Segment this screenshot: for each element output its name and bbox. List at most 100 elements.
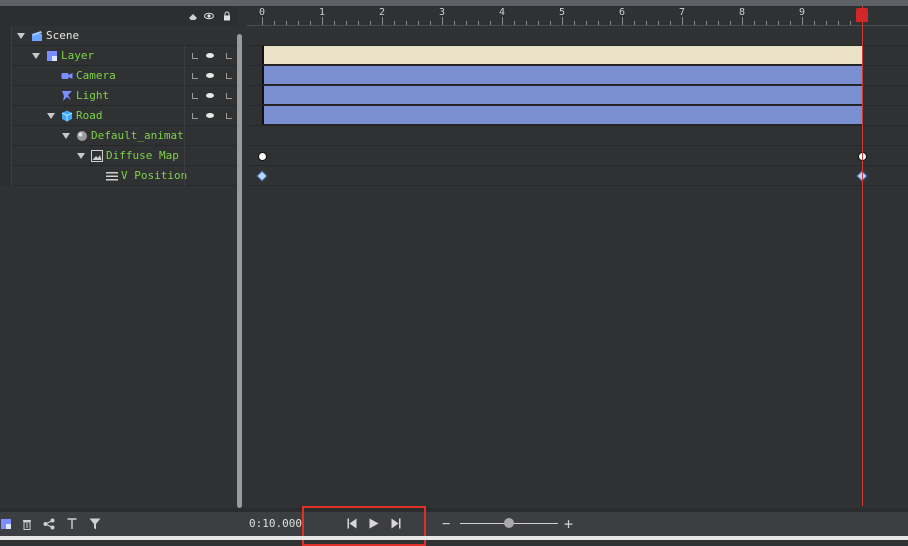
row-gutter — [0, 86, 12, 106]
tree-row-diffuse-map[interactable]: Diffuse Map — [0, 146, 238, 166]
camera-icon — [61, 73, 73, 79]
ruler-tick — [622, 17, 623, 25]
eye-toggle-all-icon[interactable] — [204, 11, 214, 21]
collapse-triangle-icon[interactable] — [47, 113, 55, 119]
ruler-tick — [682, 17, 683, 25]
track-row-scene[interactable] — [247, 26, 908, 46]
tree-row-road[interactable]: Road — [0, 106, 238, 126]
column-separator — [184, 146, 185, 166]
end-toggle[interactable] — [223, 46, 237, 66]
layer-tree-panel: Scene Layer Camera Light Road Default_an… — [0, 6, 242, 508]
time-ruler[interactable]: 0123456789 — [247, 6, 908, 26]
padlock-all-icon[interactable] — [222, 11, 232, 21]
tree-row-layer[interactable]: Layer — [0, 46, 238, 66]
cube-icon — [61, 110, 73, 122]
tree-header — [0, 6, 238, 26]
lock-toggle[interactable] — [189, 106, 203, 126]
visibility-toggle[interactable] — [204, 86, 218, 106]
text-icon[interactable] — [67, 518, 77, 530]
tree-label: Default_animata — [91, 129, 183, 142]
layer-icon — [47, 51, 57, 61]
light-icon — [62, 91, 72, 101]
delete-icon[interactable] — [22, 518, 32, 530]
ruler-tick — [550, 21, 551, 25]
clip-bar[interactable] — [262, 46, 862, 65]
ruler-tick — [490, 21, 491, 25]
zoom-in-button[interactable]: + — [564, 512, 573, 536]
ruler-tick — [262, 17, 263, 25]
clip-bar[interactable] — [262, 86, 862, 105]
status-strip — [0, 536, 908, 540]
ruler-tick — [802, 17, 803, 25]
track-row-material[interactable] — [247, 126, 908, 146]
eye-icon — [206, 113, 214, 118]
collapse-triangle-icon[interactable] — [62, 133, 70, 139]
collapse-triangle-icon[interactable] — [17, 33, 25, 39]
visibility-toggle[interactable] — [204, 46, 218, 66]
ruler-tick — [586, 21, 587, 25]
ruler-tick — [814, 21, 815, 25]
lock-toggle-all-icon[interactable] — [188, 11, 198, 21]
ruler-tick — [538, 21, 539, 25]
ruler-tick — [370, 21, 371, 25]
share-icon[interactable] — [43, 518, 55, 530]
tree-row-scene[interactable]: Scene — [0, 26, 238, 46]
column-separator — [184, 86, 185, 106]
filter-icon[interactable] — [89, 518, 101, 530]
add-layer-icon[interactable] — [0, 518, 12, 530]
ruler-tick — [358, 21, 359, 25]
tree-row-v-position[interactable]: V Position — [0, 166, 238, 186]
ruler-tick — [346, 21, 347, 25]
lock-toggle[interactable] — [189, 46, 203, 66]
tree-label: Camera — [76, 69, 116, 82]
ruler-tick — [430, 21, 431, 25]
ruler-tick — [598, 21, 599, 25]
row-gutter — [0, 106, 12, 126]
tree-scrollbar[interactable] — [237, 34, 242, 508]
visibility-toggle[interactable] — [204, 106, 218, 126]
playhead-handle[interactable] — [856, 8, 868, 22]
material-sphere-icon — [77, 131, 87, 141]
row-gutter — [0, 46, 12, 66]
ruler-tick — [406, 21, 407, 25]
clip-bar[interactable] — [262, 66, 862, 85]
eye-icon — [206, 93, 214, 98]
keyframe-circle[interactable] — [258, 152, 267, 161]
timeline-panel[interactable]: 0123456789 — [247, 6, 908, 508]
ruler-tick — [706, 21, 707, 25]
ruler-tick — [646, 21, 647, 25]
tree-row-light[interactable]: Light — [0, 86, 238, 106]
tree-row-camera[interactable]: Camera — [0, 66, 238, 86]
clip-bar[interactable] — [262, 106, 862, 125]
ruler-tick — [322, 17, 323, 25]
ruler-tick — [418, 21, 419, 25]
end-toggle[interactable] — [223, 66, 237, 86]
lock-toggle[interactable] — [189, 66, 203, 86]
ruler-tick — [694, 21, 695, 25]
tree-label: Light — [76, 89, 110, 102]
track-row-v-position[interactable] — [247, 166, 908, 186]
lock-toggle[interactable] — [189, 86, 203, 106]
visibility-toggle[interactable] — [204, 66, 218, 86]
property-lines-icon — [106, 172, 118, 181]
ruler-tick — [454, 21, 455, 25]
ruler-tick — [442, 17, 443, 25]
end-toggle[interactable] — [223, 106, 237, 126]
tree-label: Layer — [61, 49, 95, 62]
collapse-triangle-icon[interactable] — [77, 153, 85, 159]
ruler-tick — [514, 21, 515, 25]
ruler-tick — [562, 17, 563, 25]
ruler-tick — [334, 21, 335, 25]
ruler-tick — [298, 21, 299, 25]
current-time-readout: 0:10.000 — [249, 517, 302, 530]
column-separator — [184, 46, 185, 66]
track-row-diffuse-map[interactable] — [247, 146, 908, 166]
tree-row-material[interactable]: Default_animata — [0, 126, 238, 146]
end-toggle[interactable] — [223, 86, 237, 106]
zoom-slider-thumb[interactable] — [504, 518, 514, 528]
zoom-out-button[interactable]: − — [442, 512, 450, 536]
ruler-tick — [766, 21, 767, 25]
ruler-tick — [502, 17, 503, 25]
collapse-triangle-icon[interactable] — [32, 53, 40, 59]
ruler-tick — [778, 21, 779, 25]
